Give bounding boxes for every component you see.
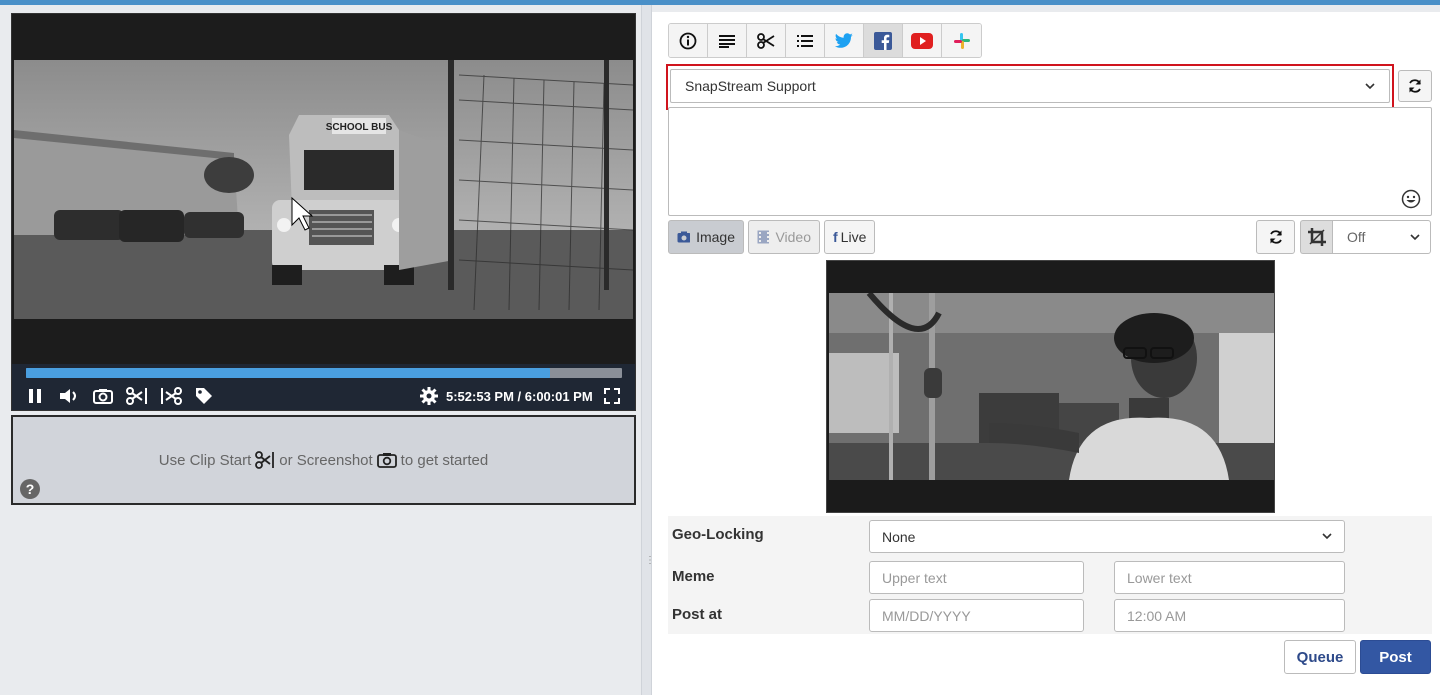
meme-lower-placeholder: Lower text	[1127, 569, 1192, 586]
tag-icon	[196, 388, 212, 404]
post-date-input[interactable]: MM/DD/YYYY	[869, 599, 1084, 632]
account-select-value: SnapStream Support	[685, 78, 816, 94]
clip-panel: Use Clip Start or Screenshot to get star…	[11, 415, 636, 505]
live-mode-label: Live	[840, 229, 867, 245]
video-player[interactable]: SCHOOL BUS 5:52:53 PM / 6:00:01 PM	[11, 13, 636, 411]
tab-clip[interactable]	[747, 24, 786, 57]
camera-icon	[376, 453, 397, 468]
image-mode-button[interactable]: Image	[668, 220, 744, 254]
left-panel: SCHOOL BUS 5:52:53 PM / 6:00:01 PM Use C…	[0, 5, 641, 695]
tab-youtube[interactable]	[903, 24, 942, 57]
crop-select[interactable]: Off	[1332, 220, 1431, 254]
clip-start-icon	[126, 387, 147, 405]
geo-locking-value: None	[882, 528, 916, 545]
video-frame[interactable]: SCHOOL BUS	[14, 60, 633, 319]
meme-lower-input[interactable]: Lower text	[1114, 561, 1345, 594]
bus-sign-text: SCHOOL BUS	[326, 122, 393, 133]
tab-facebook[interactable]	[864, 24, 903, 57]
tab-info[interactable]	[669, 24, 708, 57]
meme-upper-placeholder: Upper text	[882, 569, 947, 586]
tab-slack[interactable]	[942, 24, 981, 57]
post-options-form: Geo-Locking None Meme Upper text Lower t…	[668, 516, 1432, 634]
settings-button[interactable]	[418, 386, 440, 406]
player-controls: 5:52:53 PM / 6:00:01 PM	[12, 364, 635, 410]
scissors-icon	[757, 32, 775, 49]
clip-hint: Use Clip Start or Screenshot to get star…	[13, 451, 634, 469]
queue-button[interactable]: Queue	[1284, 640, 1356, 674]
refresh-icon	[1409, 79, 1421, 93]
post-time-placeholder: 12:00 AM	[1127, 607, 1187, 624]
youtube-icon	[911, 32, 933, 49]
image-preview	[826, 260, 1275, 513]
crop-button[interactable]	[1300, 220, 1332, 254]
camera-icon	[677, 231, 691, 243]
clip-hint-part2: or Screenshot	[279, 451, 373, 469]
image-mode-label: Image	[696, 229, 735, 245]
facebook-f-icon: f	[833, 229, 838, 245]
help-button[interactable]: ?	[20, 479, 40, 499]
meme-label: Meme	[672, 568, 715, 585]
post-at-label: Post at	[672, 606, 723, 623]
screenshot-button[interactable]	[92, 386, 114, 406]
clip-end-icon	[161, 387, 182, 405]
geo-locking-label: Geo-Locking	[672, 526, 764, 543]
film-icon	[757, 230, 770, 244]
clip-start-button[interactable]	[125, 386, 149, 406]
volume-icon	[60, 389, 76, 403]
clip-hint-part1: Use Clip Start	[158, 451, 252, 469]
tag-button[interactable]	[193, 386, 215, 406]
chevron-down-icon	[1365, 82, 1375, 89]
right-panel: SnapStream Support Image Video f Live Of…	[652, 12, 1440, 695]
clip-end-button[interactable]	[159, 386, 183, 406]
panel-splitter[interactable]: ⋮	[641, 5, 655, 695]
social-tabbar	[668, 23, 982, 58]
list-icon	[797, 34, 813, 47]
video-mode-button[interactable]: Video	[748, 220, 820, 254]
live-mode-button[interactable]: f Live	[824, 220, 875, 254]
crop-select-value: Off	[1347, 229, 1366, 245]
account-select[interactable]: SnapStream Support	[670, 69, 1390, 103]
refresh-accounts-button[interactable]	[1398, 70, 1432, 102]
chevron-down-icon	[1322, 533, 1332, 540]
progress-bar[interactable]	[26, 368, 622, 378]
tab-twitter[interactable]	[825, 24, 864, 57]
clip-start-icon	[255, 451, 275, 469]
emoji-icon[interactable]	[1401, 189, 1421, 209]
slack-icon	[953, 32, 970, 49]
meme-upper-input[interactable]: Upper text	[869, 561, 1084, 594]
facebook-icon	[874, 31, 892, 50]
time-display: 5:52:53 PM / 6:00:01 PM	[446, 389, 593, 404]
pause-icon	[29, 389, 41, 403]
refresh-icon	[1269, 230, 1282, 244]
pause-button[interactable]	[26, 386, 44, 406]
info-icon	[679, 32, 697, 49]
post-text-area[interactable]	[668, 107, 1432, 216]
volume-button[interactable]	[58, 386, 80, 406]
post-date-placeholder: MM/DD/YYYY	[882, 607, 971, 624]
camera-icon	[93, 389, 113, 404]
fullscreen-button[interactable]	[602, 386, 622, 406]
post-button[interactable]: Post	[1360, 640, 1431, 674]
progress-fill	[26, 368, 551, 378]
preview-image	[829, 293, 1274, 480]
video-mode-label: Video	[775, 229, 811, 245]
tab-text[interactable]	[708, 24, 747, 57]
crop-icon	[1307, 228, 1326, 246]
gear-icon	[420, 387, 438, 405]
clip-hint-part3: to get started	[400, 451, 489, 469]
twitter-icon	[834, 32, 853, 48]
fullscreen-icon	[604, 388, 620, 404]
tab-list[interactable]	[786, 24, 825, 57]
geo-locking-select[interactable]: None	[869, 520, 1345, 553]
post-time-input[interactable]: 12:00 AM	[1114, 599, 1345, 632]
rotate-button[interactable]	[1256, 220, 1295, 254]
chevron-down-icon	[1410, 233, 1420, 240]
text-align-icon	[719, 34, 735, 48]
